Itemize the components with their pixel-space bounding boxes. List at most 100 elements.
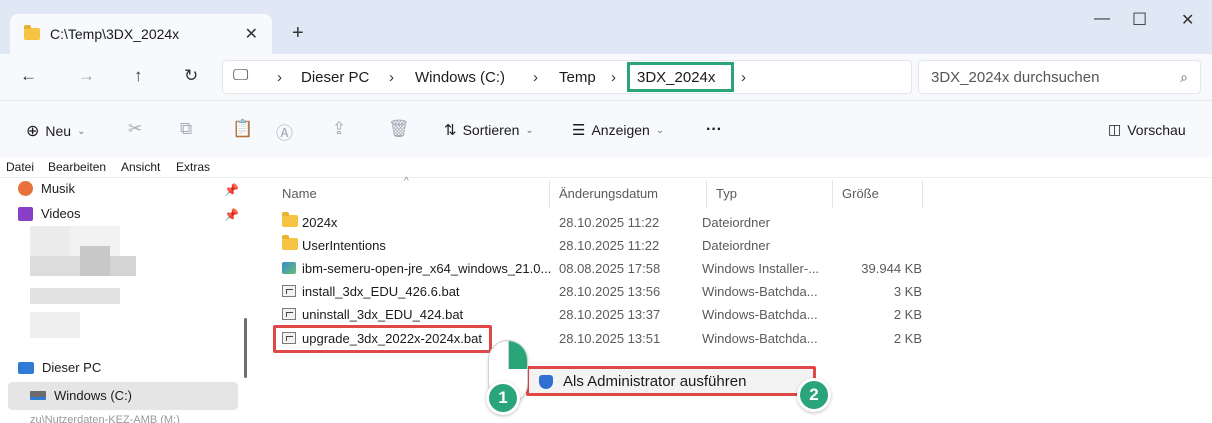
table-row[interactable]: uninstall_3dx_EDU_424.bat 28.10.2025 13:…	[262, 304, 932, 326]
column-divider[interactable]	[922, 180, 923, 208]
step-badge-2: 2	[797, 378, 831, 412]
file-type: Windows-Batchda...	[702, 331, 818, 346]
folder-icon	[24, 25, 40, 40]
context-menu-item-label: Als Administrator ausführen	[563, 373, 747, 390]
pin-icon[interactable]: 📌	[224, 208, 239, 222]
monitor-icon: 🖵	[233, 67, 249, 84]
breadcrumb-current-folder[interactable]: 3DX_2024x	[637, 69, 715, 86]
file-date: 28.10.2025 11:22	[559, 238, 660, 253]
table-row[interactable]: install_3dx_EDU_426.6.bat 28.10.2025 13:…	[262, 281, 932, 303]
tab-title: C:\Temp\3DX_2024x	[50, 26, 180, 42]
preview-pane-icon: ◫	[1108, 121, 1122, 137]
rename-icon[interactable]: Ⓐ	[276, 119, 293, 144]
search-box[interactable]: 3DX_2024x durchsuchen ⌕	[918, 60, 1201, 94]
column-divider[interactable]	[549, 180, 550, 208]
paste-icon[interactable]: 📋	[232, 119, 253, 139]
breadcrumb-temp[interactable]: Temp	[559, 69, 596, 86]
sidebar-item-music[interactable]: Musik	[18, 181, 75, 196]
new-button[interactable]: ⊕ Neu ⌄	[26, 121, 85, 141]
tab-close-button[interactable]: ✕	[245, 24, 258, 44]
view-button[interactable]: ☰ Anzeigen ⌄	[572, 121, 664, 139]
view-label: Anzeigen	[591, 122, 650, 138]
sidebar-item-label: Dieser PC	[42, 360, 102, 375]
copy-icon[interactable]: ⧉	[180, 119, 192, 139]
folder-icon	[282, 235, 298, 250]
videos-icon	[18, 206, 33, 221]
file-date: 28.10.2025 13:51	[559, 331, 661, 346]
column-date[interactable]: Änderungsdatum	[559, 186, 658, 201]
preview-button[interactable]: ◫ Vorschau	[1108, 121, 1186, 138]
column-divider[interactable]	[832, 180, 833, 208]
sidebar-item-label: Videos	[41, 206, 81, 221]
more-options-button[interactable]: ···	[706, 121, 722, 139]
installer-icon	[282, 262, 296, 274]
delete-icon[interactable]: 🗑	[388, 119, 410, 139]
table-row[interactable]: 2024x 28.10.2025 11:22 Dateiordner	[262, 212, 932, 234]
column-divider[interactable]	[706, 180, 707, 208]
search-icon: ⌕	[1180, 69, 1188, 85]
minimize-button[interactable]: —	[1094, 10, 1110, 28]
breadcrumb-separator: ›	[741, 69, 746, 86]
column-type[interactable]: Typ	[716, 186, 737, 201]
refresh-icon[interactable]: ↻	[184, 66, 198, 86]
sidebar-item-label: Musik	[41, 181, 75, 196]
sidebar-item-videos[interactable]: Videos	[18, 206, 81, 221]
context-menu-run-as-admin[interactable]: Als Administrator ausführen	[526, 366, 816, 396]
share-icon[interactable]: ⇪	[332, 119, 346, 139]
file-name: ibm-semeru-open-jre_x64_windows_21.0...	[302, 261, 552, 276]
forward-arrow-icon[interactable]: →	[78, 66, 95, 86]
close-button[interactable]: ✕	[1181, 10, 1194, 30]
navigation-bar: ← → ↑ ↻ 🖵 › Dieser PC › Windows (C:) › T…	[0, 54, 1212, 100]
menu-file[interactable]: Datei	[6, 160, 34, 174]
cut-icon[interactable]: ✂	[128, 119, 142, 139]
menu-edit[interactable]: Bearbeiten	[48, 160, 106, 174]
redacted-block	[80, 246, 110, 276]
explorer-tab[interactable]: C:\Temp\3DX_2024x ✕	[10, 14, 272, 54]
sidebar-item-network-drive[interactable]: zu\Nutzerdaten-KEZ-AMB (M:)	[30, 414, 180, 423]
breadcrumb-separator: ›	[611, 69, 616, 86]
preview-label: Vorschau	[1127, 121, 1186, 138]
pin-icon[interactable]: 📌	[224, 183, 239, 197]
column-name[interactable]: Name	[282, 186, 317, 201]
file-size: 2 KB	[893, 331, 922, 346]
sidebar-item-drive[interactable]: Windows (C:)	[30, 388, 132, 403]
file-date: 28.10.2025 13:56	[559, 284, 661, 299]
selected-file-highlight	[273, 325, 492, 353]
file-type: Dateiordner	[702, 215, 770, 230]
redacted-block	[30, 226, 70, 256]
breadcrumb-this-pc[interactable]: Dieser PC	[301, 69, 369, 86]
breadcrumb-separator: ›	[389, 69, 394, 86]
pane-splitter[interactable]	[244, 318, 247, 378]
sort-button[interactable]: ⇅ Sortieren ⌄	[444, 121, 534, 139]
menu-view[interactable]: Ansicht	[121, 160, 160, 174]
step-badge-1: 1	[486, 381, 520, 415]
command-bar: ⊕ Neu ⌄ ✂ ⧉ 📋 Ⓐ ⇪ 🗑 ⇅ Sortieren ⌄ ☰ Anze…	[0, 100, 1212, 158]
menu-bar: Datei Bearbeiten Ansicht Extras	[0, 158, 1212, 178]
file-name: 2024x	[302, 215, 338, 230]
table-row[interactable]: UserIntentions 28.10.2025 11:22 Dateiord…	[262, 235, 932, 257]
maximize-button[interactable]: ☐	[1132, 10, 1147, 30]
file-size: 3 KB	[893, 284, 922, 299]
file-type: Dateiordner	[702, 238, 770, 253]
search-input[interactable]: 3DX_2024x durchsuchen	[931, 69, 1099, 86]
menu-tools[interactable]: Extras	[176, 160, 210, 174]
chevron-down-icon: ⌄	[77, 125, 86, 137]
batch-file-icon	[282, 308, 296, 320]
file-name: install_3dx_EDU_426.6.bat	[302, 284, 460, 299]
breadcrumb-separator: ›	[277, 69, 282, 86]
file-date: 28.10.2025 13:37	[559, 307, 661, 322]
breadcrumb-drive[interactable]: Windows (C:)	[415, 69, 505, 86]
back-arrow-icon[interactable]: ←	[20, 66, 37, 86]
column-size[interactable]: Größe	[842, 186, 879, 201]
table-row[interactable]: ibm-semeru-open-jre_x64_windows_21.0... …	[262, 258, 932, 280]
sidebar-item-this-pc[interactable]: Dieser PC	[18, 360, 101, 375]
redacted-block	[30, 312, 80, 338]
file-name: UserIntentions	[302, 238, 386, 253]
sidebar-item-label: zu\Nutzerdaten-KEZ-AMB (M:)	[30, 414, 180, 423]
plus-circle-icon: ⊕	[26, 123, 40, 140]
address-bar[interactable]: 🖵 › Dieser PC › Windows (C:) › Temp › 3D…	[222, 60, 912, 94]
new-tab-button[interactable]: +	[292, 22, 304, 45]
breadcrumb-separator: ›	[533, 69, 538, 86]
up-arrow-icon[interactable]: ↑	[134, 66, 143, 86]
redacted-block	[30, 256, 80, 276]
